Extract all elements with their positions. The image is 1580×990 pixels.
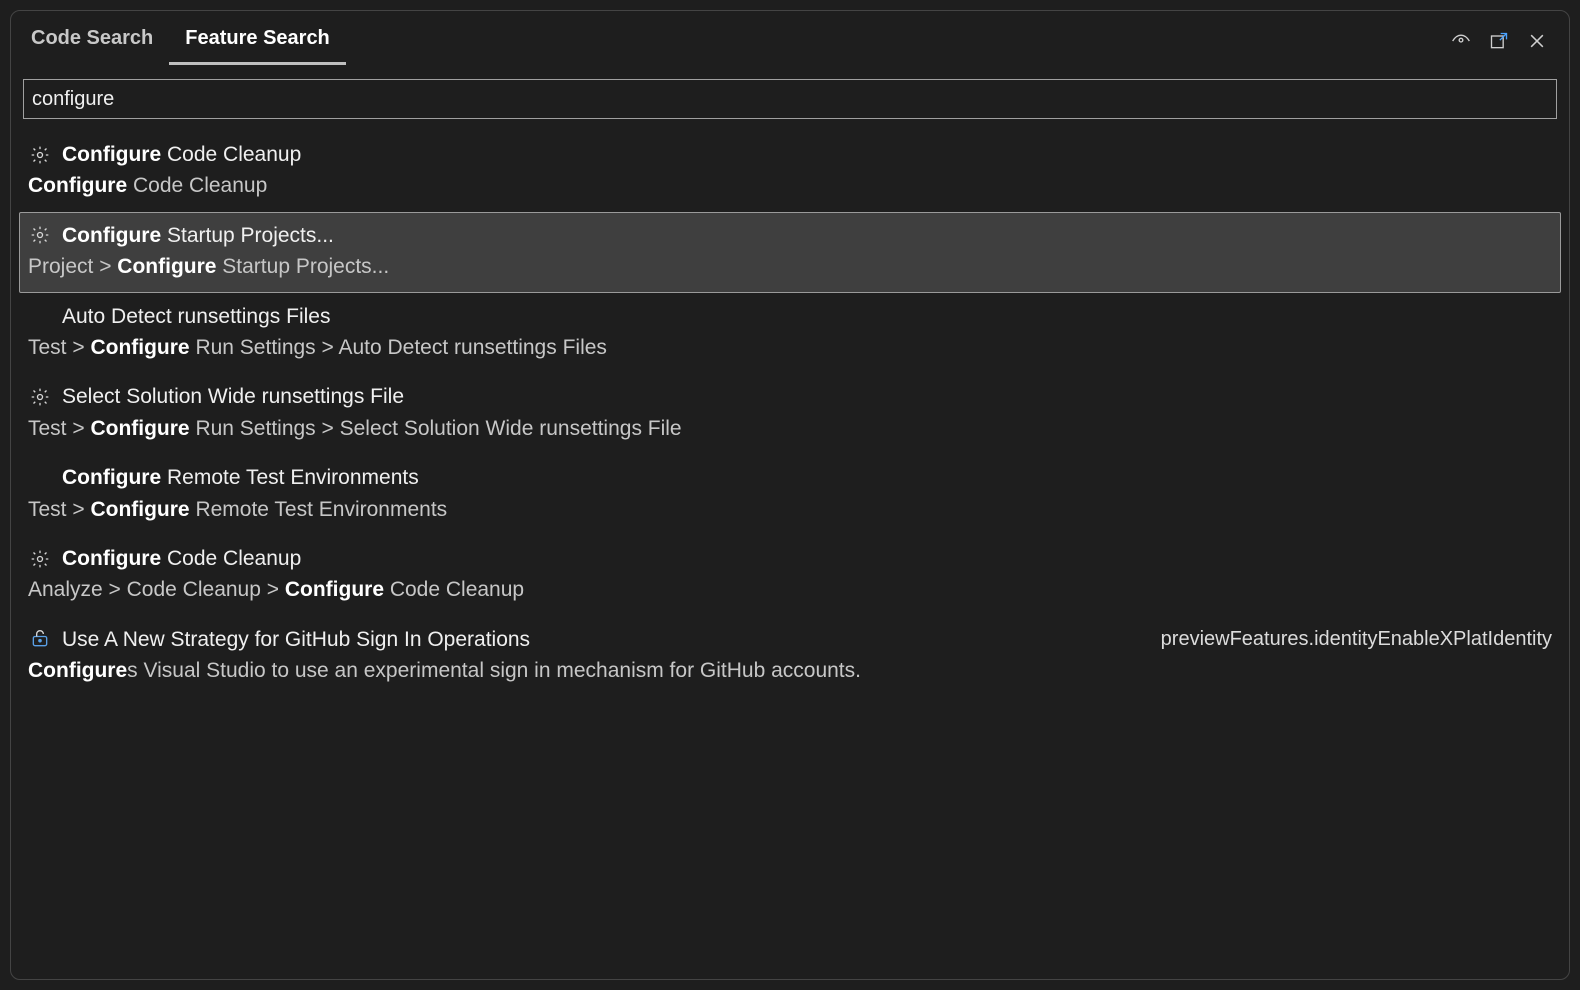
gear-icon: [28, 145, 52, 165]
result-item[interactable]: Configure Code Cleanup Analyze > Code Cl…: [11, 535, 1569, 616]
result-title: Configure Startup Projects...: [62, 221, 334, 250]
header-icons: [1451, 31, 1555, 51]
gear-icon: [28, 387, 52, 407]
result-item[interactable]: Select Solution Wide runsettings File Te…: [11, 373, 1569, 454]
result-path: Test > Configure Run Settings > Select S…: [28, 414, 1552, 443]
results-list: Configure Code Cleanup Configure Code Cl…: [11, 125, 1569, 979]
gear-icon: [28, 225, 52, 245]
search-container: [11, 65, 1569, 125]
result-item[interactable]: Configure Code Cleanup Configure Code Cl…: [11, 131, 1569, 212]
result-item[interactable]: Auto Detect runsettings Files Test > Con…: [11, 293, 1569, 374]
gear-icon: [28, 549, 52, 569]
result-title: Use A New Strategy for GitHub Sign In Op…: [62, 625, 530, 654]
result-title: Configure Code Cleanup: [62, 140, 301, 169]
feature-search-window: Code Search Feature Search: [10, 10, 1570, 980]
result-path: Analyze > Code Cleanup > Configure Code …: [28, 575, 1552, 604]
tab-code-search[interactable]: Code Search: [15, 17, 169, 65]
result-title: Configure Code Cleanup: [62, 544, 301, 573]
result-path: Configure Code Cleanup: [28, 171, 1552, 200]
header: Code Search Feature Search: [11, 11, 1569, 65]
result-extra: previewFeatures.identityEnableXPlatIdent…: [1161, 625, 1552, 653]
search-input[interactable]: [23, 79, 1557, 119]
result-title: Auto Detect runsettings Files: [62, 302, 330, 331]
close-icon[interactable]: [1527, 31, 1547, 51]
result-item[interactable]: Configure Startup Projects... Project > …: [19, 212, 1561, 293]
open-external-icon[interactable]: [1489, 31, 1509, 51]
preview-eye-icon[interactable]: [1451, 31, 1471, 51]
result-title: Select Solution Wide runsettings File: [62, 382, 404, 411]
result-path: Test > Configure Remote Test Environment…: [28, 495, 1552, 524]
result-item[interactable]: Use A New Strategy for GitHub Sign In Op…: [11, 616, 1569, 697]
result-path: Project > Configure Startup Projects...: [28, 252, 1552, 281]
result-title: Configure Remote Test Environments: [62, 463, 419, 492]
preview-feature-icon: [28, 629, 52, 649]
result-item[interactable]: Configure Remote Test Environments Test …: [11, 454, 1569, 535]
tab-feature-search[interactable]: Feature Search: [169, 17, 346, 65]
result-path: Test > Configure Run Settings > Auto Det…: [28, 333, 1552, 362]
tab-bar: Code Search Feature Search: [15, 17, 346, 65]
result-description: Configures Visual Studio to use an exper…: [28, 656, 1552, 685]
